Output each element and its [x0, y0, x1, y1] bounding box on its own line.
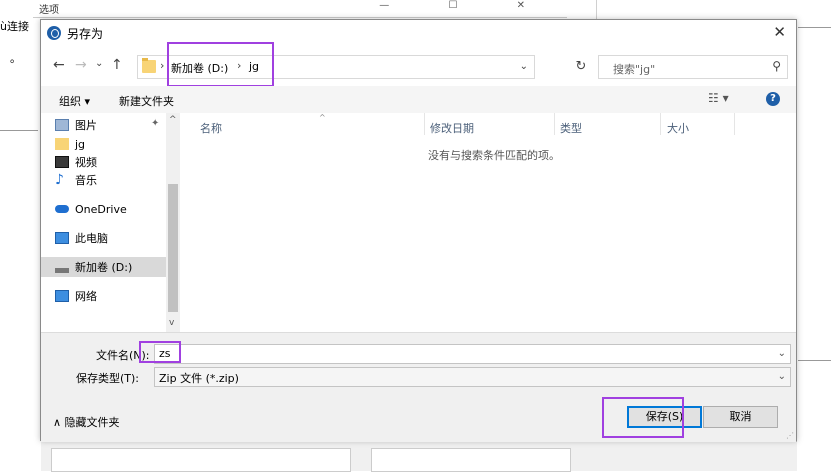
sidebar-item-label: 视频	[75, 156, 97, 169]
sidebar-item-music[interactable]: ♪ 音乐	[55, 170, 97, 190]
network-icon	[55, 290, 69, 302]
breadcrumb-separator: ›	[237, 59, 242, 72]
app-icon	[47, 26, 61, 40]
cloud-icon	[55, 205, 69, 213]
sidebar-item-label: OneDrive	[75, 202, 127, 216]
sidebar-item-label: 此电脑	[75, 232, 108, 245]
scrollbar-thumb[interactable]	[168, 184, 178, 312]
column-separator[interactable]	[554, 113, 555, 135]
sidebar-item-videos[interactable]: 视频	[55, 152, 97, 172]
resize-grip-icon[interactable]: ⋰	[786, 431, 794, 440]
search-input[interactable]: 搜索"jg" ⚲	[598, 55, 788, 79]
column-header-name[interactable]: 名称	[200, 120, 222, 136]
empty-message: 没有与搜索条件匹配的项。	[428, 149, 560, 162]
column-header-type[interactable]: 类型	[560, 120, 582, 136]
sidebar-item-drive-d[interactable]: 新加卷 (D:)	[41, 257, 166, 277]
help-icon[interactable]: ?	[766, 92, 780, 106]
pictures-icon	[55, 119, 69, 131]
filetype-select[interactable]: Zip 文件 (*.zip)	[154, 367, 791, 387]
sidebar-item-label: 新加卷 (D:)	[75, 261, 133, 274]
sidebar-item-this-pc[interactable]: 此电脑	[55, 228, 108, 248]
recent-locations-button[interactable]: ⌄	[95, 58, 103, 69]
background-window-title: 选项	[39, 5, 59, 16]
back-button[interactable]: ←	[53, 57, 65, 73]
column-header-size[interactable]: 大小	[667, 120, 689, 136]
toolbar: 组织 ▾ 新建文件夹 ☷ ▾ ?	[41, 86, 796, 113]
close-button[interactable]: ✕	[773, 23, 786, 41]
forward-button[interactable]: →	[75, 57, 87, 73]
scroll-up-icon[interactable]: ^	[169, 115, 177, 125]
sidebar-item-label: 图片	[75, 119, 97, 132]
file-list: ^ 名称 修改日期 类型 大小 没有与搜索条件匹配的项。	[180, 113, 798, 332]
background-divider	[0, 130, 38, 131]
sidebar-item-label: 网络	[75, 290, 97, 303]
save-as-dialog: 另存为 ✕ ← → ⌄ ↑ › 新加卷 (D:) › jg ⌄ ↻ 搜索"jg"…	[40, 19, 797, 442]
background-box	[51, 448, 351, 472]
pin-icon[interactable]: ✦	[151, 118, 159, 129]
background-box	[371, 448, 571, 472]
folder-icon	[142, 58, 156, 73]
navigation-bar: ← → ⌄ ↑ › 新加卷 (D:) › jg ⌄ ↻ 搜索"jg" ⚲	[41, 46, 796, 86]
sidebar-item-label: jg	[75, 137, 86, 151]
scroll-down-icon[interactable]: v	[169, 318, 174, 328]
breadcrumb-drive[interactable]: 新加卷 (D:)	[171, 60, 228, 76]
column-header-date[interactable]: 修改日期	[430, 120, 474, 136]
sort-arrow-icon: ^	[319, 113, 326, 122]
up-button[interactable]: ↑	[111, 57, 123, 73]
cancel-button[interactable]: 取消	[703, 406, 778, 428]
breadcrumb-separator: ›	[160, 59, 165, 72]
dialog-title: 另存为	[67, 27, 104, 41]
column-separator[interactable]	[734, 113, 735, 135]
address-bar[interactable]: › 新加卷 (D:) › jg ⌄	[137, 55, 535, 79]
music-icon: ♪	[55, 172, 64, 188]
chevron-down-icon[interactable]: ⌄	[520, 61, 528, 72]
sidebar-item-network[interactable]: 网络	[55, 286, 97, 306]
filename-label: 文件名(N):	[96, 349, 150, 362]
background-dot: 。	[10, 52, 21, 65]
filename-field[interactable]: zs	[154, 344, 791, 364]
search-icon: ⚲	[772, 59, 781, 73]
organize-button[interactable]: 组织 ▾	[59, 93, 90, 109]
column-separator[interactable]	[424, 113, 425, 135]
sidebar-item-label: 音乐	[75, 174, 97, 187]
new-folder-button[interactable]: 新建文件夹	[119, 93, 174, 109]
background-bottom-panel	[41, 441, 797, 472]
filetype-label: 保存类型(T):	[76, 372, 140, 385]
video-icon	[55, 156, 69, 168]
computer-icon	[55, 232, 69, 244]
background-right-divider	[798, 27, 831, 28]
sidebar-scrollbar[interactable]: ^ v	[166, 113, 180, 332]
sidebar-item-jg[interactable]: jg	[55, 134, 85, 154]
main-area: 图片 ✦ jg 视频 ♪ 音乐 OneDrive 此电脑 新加卷 (D:) 网络…	[41, 113, 796, 332]
chevron-down-icon[interactable]: ⌄	[778, 371, 786, 382]
hide-folders-button[interactable]: ∧ 隐藏文件夹	[53, 414, 120, 430]
background-window-titlebar: 选项 — ☐ ✕	[33, 0, 567, 18]
sidebar-item-pictures[interactable]: 图片	[55, 115, 97, 135]
save-form: 文件名(N): zs ⌄ 保存类型(T): Zip 文件 (*.zip) ⌄ ∧…	[41, 332, 796, 442]
drive-icon	[55, 267, 69, 273]
view-options-icon[interactable]: ☷ ▾	[708, 91, 729, 105]
navigation-pane: 图片 ✦ jg 视频 ♪ 音乐 OneDrive 此电脑 新加卷 (D:) 网络…	[41, 113, 180, 332]
dialog-titlebar: 另存为 ✕	[41, 20, 796, 46]
folder-icon	[55, 138, 69, 150]
save-button[interactable]: 保存(S)	[627, 406, 702, 428]
column-separator[interactable]	[660, 113, 661, 135]
sidebar-item-onedrive[interactable]: OneDrive	[55, 199, 127, 219]
background-window-controls: — ☐ ✕	[379, 0, 553, 11]
refresh-button[interactable]: ↻	[566, 55, 596, 79]
background-right-divider	[798, 360, 831, 361]
background-left-text: ù连接	[0, 20, 29, 33]
search-placeholder: 搜索"jg"	[613, 63, 656, 76]
chevron-down-icon[interactable]: ⌄	[778, 348, 786, 359]
breadcrumb-folder[interactable]: jg	[249, 60, 259, 73]
